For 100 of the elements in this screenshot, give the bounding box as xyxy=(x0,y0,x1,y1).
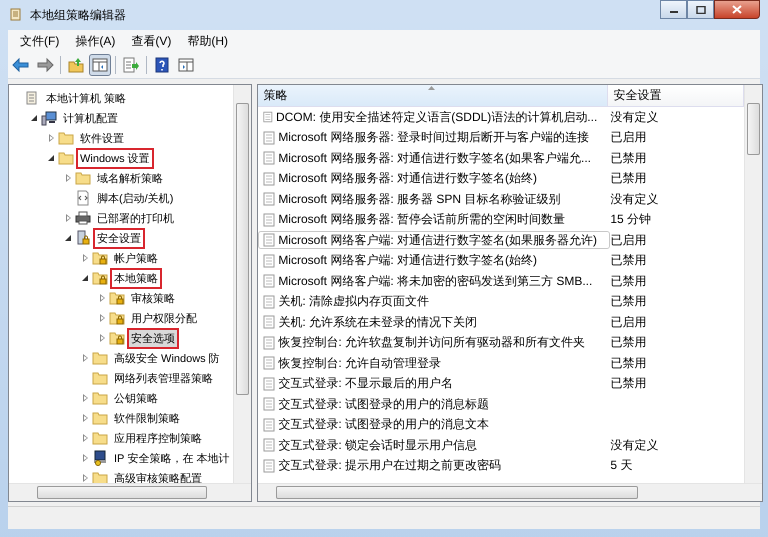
locked-folder-icon xyxy=(92,250,108,266)
setting-cell-text: 已禁用 xyxy=(609,272,646,290)
collapse-arrow-icon[interactable] xyxy=(80,273,90,283)
tree-item[interactable]: 软件限制策略 xyxy=(110,408,184,428)
policy-icon xyxy=(263,315,276,330)
policy-cell[interactable]: 交互式登录: 锁定会话时显示用户信息 xyxy=(258,436,598,454)
policy-icon xyxy=(263,458,276,473)
policy-cell[interactable]: 关机: 清除虚拟内存页面文件 xyxy=(258,292,598,311)
folder-icon xyxy=(58,150,74,166)
tree-item[interactable]: 高级审核策略配置 xyxy=(110,468,206,483)
policy-cell[interactable]: Microsoft 网络客户端: 对通信进行数字签名(如果服务器允许) xyxy=(258,231,610,250)
folder-icon xyxy=(92,430,108,446)
script-icon xyxy=(75,190,91,206)
policy-icon xyxy=(263,110,273,124)
policy-cell[interactable]: 恢复控制台: 允许自动管理登录 xyxy=(258,354,598,372)
folder-icon xyxy=(92,410,108,426)
expand-arrow-icon[interactable] xyxy=(80,253,90,263)
policy-cell[interactable]: Microsoft 网络客户端: 将未加密的密码发送到第三方 SMB... xyxy=(258,272,598,290)
menu-item[interactable]: 操作(A) xyxy=(67,30,124,52)
policy-icon xyxy=(263,336,276,350)
policy-icon xyxy=(263,130,276,145)
computer-icon xyxy=(41,110,57,126)
tree-item[interactable]: 公钥策略 xyxy=(110,388,162,408)
policy-cell[interactable]: 交互式登录: 试图登录的用户的消息标题 xyxy=(258,395,598,414)
policy-icon xyxy=(263,294,276,309)
policy-icon xyxy=(263,233,276,248)
setting-cell-text: 5 天 xyxy=(609,457,632,474)
locked-folder-icon xyxy=(109,310,125,326)
policy-cell[interactable]: Microsoft 网络服务器: 服务器 SPN 目标名称验证级别 xyxy=(258,190,598,208)
locked-folder-icon xyxy=(109,330,125,346)
policy-icon xyxy=(263,274,276,288)
policy-cell[interactable]: 交互式登录: 不显示最后的用户名 xyxy=(258,374,598,393)
setting-cell-text: 已禁用 xyxy=(609,375,646,392)
policy-icon xyxy=(263,418,276,432)
policy-cell[interactable]: 交互式登录: 试图登录的用户的消息文本 xyxy=(258,416,598,434)
tree-item[interactable]: 安全选项 xyxy=(127,328,179,348)
policy-icon xyxy=(263,151,276,166)
policy-cell[interactable]: Microsoft 网络服务器: 对通信进行数字签名(如果客户端允... xyxy=(258,149,598,168)
menu-item[interactable]: 文件(F) xyxy=(12,30,68,52)
folder-icon xyxy=(75,170,91,186)
security-icon xyxy=(75,230,91,246)
collapse-arrow-icon[interactable] xyxy=(63,233,73,243)
tree-item[interactable]: 脚本(启动/关机) xyxy=(93,188,178,208)
policy-cell[interactable]: Microsoft 网络服务器: 登录时间过期后断开与客户端的连接 xyxy=(258,128,598,147)
locked-folder-icon xyxy=(92,270,108,286)
sort-arrow-icon xyxy=(428,86,436,90)
setting-cell-text: 已启用 xyxy=(609,314,646,331)
collapse-arrow-icon[interactable] xyxy=(29,113,39,123)
horizontal-scrollbar[interactable] xyxy=(9,483,252,501)
folder-icon xyxy=(92,350,108,366)
horizontal-scrollbar[interactable] xyxy=(258,483,762,501)
expand-arrow-icon[interactable] xyxy=(80,433,90,443)
column-header[interactable]: 策略 xyxy=(258,85,608,106)
tree-item[interactable]: Windows 设置 xyxy=(76,148,154,168)
setting-cell-text: 已禁用 xyxy=(609,354,646,372)
window-title: 本地组策略编辑器 xyxy=(30,6,126,24)
tree-item[interactable]: 高级安全 Windows 防 xyxy=(110,348,224,368)
folder-icon xyxy=(92,390,108,406)
tree-item[interactable]: 本地计算机 策略 xyxy=(42,88,130,108)
tree-item[interactable]: 域名解析策略 xyxy=(93,168,167,188)
policy-icon xyxy=(263,172,276,186)
policy-icon xyxy=(263,192,276,206)
maximize-button[interactable] xyxy=(687,0,714,19)
tree-item[interactable]: 安全设置 xyxy=(93,228,145,248)
printer-icon xyxy=(75,210,91,226)
setting-cell-text: 已禁用 xyxy=(609,170,646,188)
policy-icon xyxy=(263,376,276,391)
tree-item[interactable]: 帐户策略 xyxy=(110,248,162,268)
policy-cell[interactable]: Microsoft 网络客户端: 对通信进行数字签名(始终) xyxy=(258,252,598,270)
maximize-icon xyxy=(696,6,706,14)
tree-item[interactable]: 应用程序控制策略 xyxy=(110,428,206,448)
minimize-button[interactable] xyxy=(660,0,687,19)
policy-cell[interactable]: Microsoft 网络服务器: 对通信进行数字签名(始终) xyxy=(258,170,598,188)
tree-item[interactable]: 软件设置 xyxy=(76,128,128,148)
policy-icon xyxy=(263,438,276,452)
tree-item[interactable]: 计算机配置 xyxy=(59,108,122,128)
folder-icon xyxy=(58,130,74,146)
setting-cell-text: 没有定义 xyxy=(609,190,658,208)
policy-cell[interactable]: DCOM: 使用安全描述符定义语言(SDDL)语法的计算机启动... xyxy=(258,108,598,126)
tree-item[interactable]: IP 安全策略，在 本地计 xyxy=(110,448,234,468)
policy-cell[interactable]: 关机: 允许系统在未登录的情况下关闭 xyxy=(258,313,598,332)
tree-item[interactable]: 审核策略 xyxy=(127,288,179,308)
policy-icon xyxy=(263,212,276,227)
menu-item[interactable]: 帮助(H) xyxy=(179,30,236,52)
menu-item[interactable]: 查看(V) xyxy=(123,30,180,52)
tree-item[interactable]: 已部署的打印机 xyxy=(93,208,178,228)
policy-cell[interactable]: 交互式登录: 提示用户在过期之前更改密码 xyxy=(258,456,598,475)
locked-folder-icon xyxy=(109,290,125,306)
collapse-arrow-icon[interactable] xyxy=(46,153,56,163)
policy-cell[interactable]: Microsoft 网络服务器: 暂停会话前所需的空闲时间数量 xyxy=(258,210,598,229)
network-lock-icon xyxy=(92,450,108,466)
policy-cell[interactable]: 恢复控制台: 允许软盘复制并访问所有驱动器和所有文件夹 xyxy=(258,334,598,352)
vertical-scrollbar[interactable] xyxy=(233,85,252,483)
tree-item[interactable]: 网络列表管理器策略 xyxy=(110,368,217,388)
tree-item[interactable]: 本地策略 xyxy=(110,268,162,288)
tree-toggle-button[interactable] xyxy=(89,54,111,76)
vertical-scrollbar[interactable] xyxy=(744,85,762,483)
tree-item[interactable]: 用户权限分配 xyxy=(127,308,201,328)
close-button[interactable] xyxy=(714,0,760,19)
setting-cell-text: 已启用 xyxy=(609,129,646,146)
